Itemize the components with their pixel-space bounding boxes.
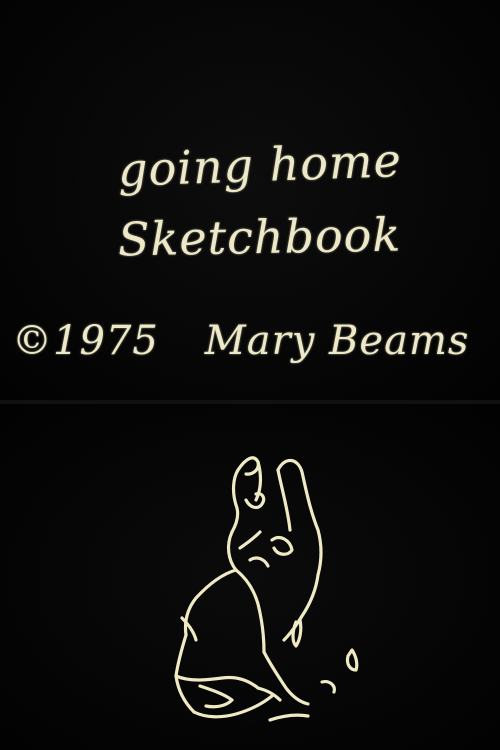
film-title-card: going home Sketchbook ©1975 Mary Beams bbox=[0, 0, 500, 750]
chalk-figure-drawing bbox=[174, 456, 359, 722]
